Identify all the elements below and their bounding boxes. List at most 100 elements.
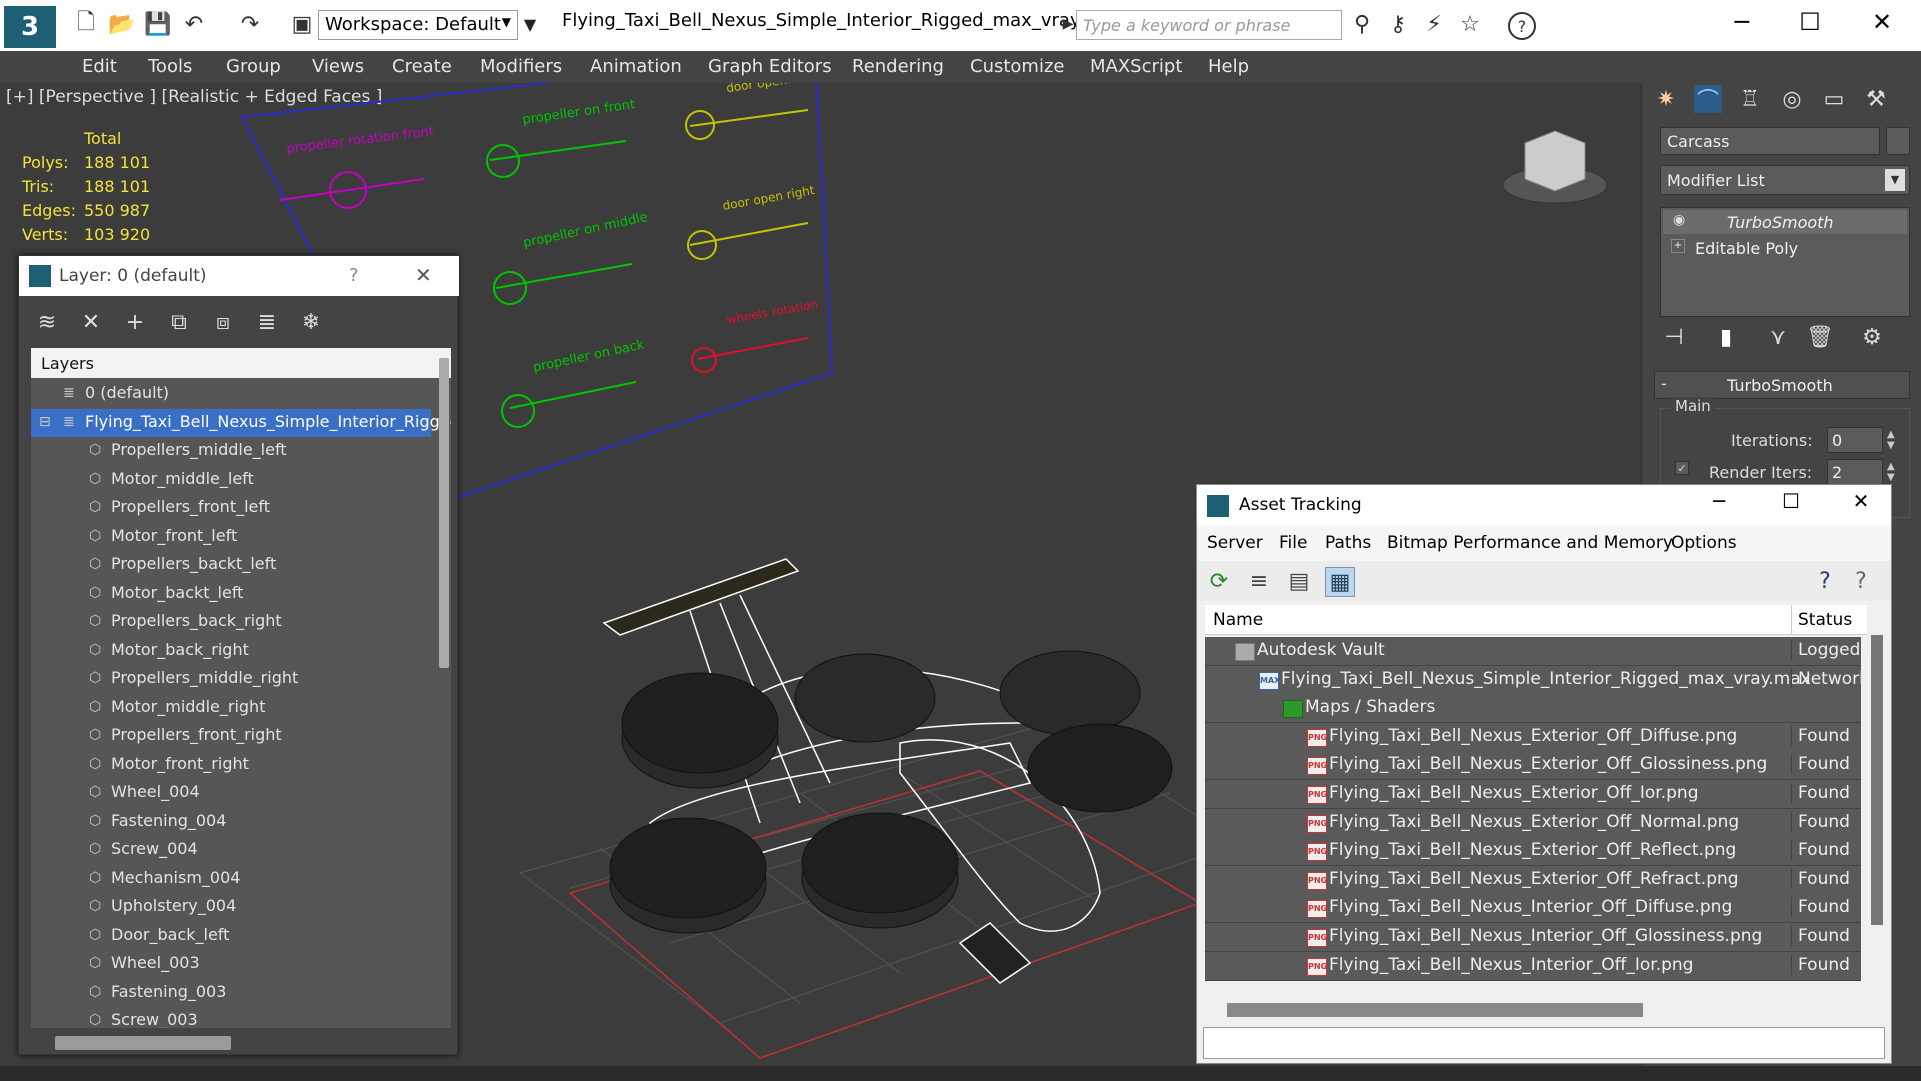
horizontal-scrollbar[interactable] <box>55 1036 231 1050</box>
asset-menu-options[interactable]: Options <box>1671 533 1737 553</box>
display-tab-icon[interactable]: ▭ <box>1820 85 1848 113</box>
layer-row[interactable]: ⊟ ≣ Flying_Taxi_Bell_Nexus_Simple_Interior… <box>31 408 451 437</box>
freeze-all-icon[interactable]: ❄ <box>297 308 325 336</box>
collapse-minus-icon[interactable]: - <box>1661 374 1667 393</box>
close-icon[interactable]: ✕ <box>1862 8 1902 36</box>
menu-modifiers[interactable]: Modifiers <box>480 56 562 77</box>
redo-icon[interactable]: ↷ <box>236 10 264 38</box>
layer-object-row[interactable]: ⬡ Fastening_003 <box>31 979 431 1007</box>
delete-layer-icon[interactable]: ✕ <box>77 308 105 336</box>
layer-object-row[interactable]: ⬡ Upholstery_004 <box>31 893 431 921</box>
layer-row[interactable]: ≣ 0 (default) <box>31 380 431 408</box>
layer-object-row[interactable]: ⬡ Mechanism_004 <box>31 865 431 893</box>
asset-row[interactable]: Autodesk Vault Logged Out <box>1205 637 1868 666</box>
configure-sets-icon[interactable]: ⚙ <box>1858 323 1886 351</box>
create-tab-icon[interactable]: ✷ <box>1652 85 1680 113</box>
layer-object-row[interactable]: ⬡ Screw_004 <box>31 836 431 864</box>
asset-row[interactable]: MAX Flying_Taxi_Bell_Nexus_Simple_Interio… <box>1205 665 1868 695</box>
menu-views[interactable]: Views <box>312 56 364 77</box>
project-folder-icon[interactable]: ▣ <box>288 10 316 38</box>
menu-animation[interactable]: Animation <box>590 56 682 77</box>
table-view-icon[interactable]: ▦ <box>1325 567 1355 597</box>
modifier-stack-item[interactable]: + Editable Poly <box>1663 236 1907 260</box>
tree-view-icon[interactable]: ▤ <box>1285 567 1313 595</box>
modifier-stack-item[interactable]: ◉ TurboSmooth <box>1663 210 1907 234</box>
hide-all-icon[interactable]: ≣ <box>253 308 281 336</box>
save-file-icon[interactable]: 💾 <box>144 10 172 38</box>
menu-customize[interactable]: Customize <box>970 56 1064 77</box>
asset-row[interactable]: PNG Flying_Taxi_Bell_Nexus_Exterior_Off_I… <box>1205 780 1861 809</box>
layer-object-row[interactable]: ⬡ Propellers_backt_left <box>31 551 431 579</box>
asset-table-body[interactable]: Autodesk VaultLogged OutMAXFlying_Taxi_B… <box>1197 637 1891 1017</box>
asset-row[interactable]: PNG Flying_Taxi_Bell_Nexus_Exterior_Off_R… <box>1205 837 1861 867</box>
layer-object-row[interactable]: ⬡ Propellers_back_right <box>31 608 431 636</box>
menu-rendering[interactable]: Rendering <box>852 56 944 77</box>
iterations-spinner[interactable]: 0 <box>1827 427 1883 453</box>
spinner-arrows-icon[interactable]: ▲ ▼ <box>1887 429 1895 451</box>
refresh-icon[interactable]: ⟳ <box>1205 567 1233 595</box>
layer-object-row[interactable]: ⬡ Wheel_003 <box>31 950 431 978</box>
utilities-tab-icon[interactable]: ⚒ <box>1862 85 1890 113</box>
menu-edit[interactable]: Edit <box>82 56 117 77</box>
new-file-icon[interactable]: 🗋 <box>72 10 100 38</box>
asset-tracking-titlebar[interactable]: Asset Tracking ─ ☐ ✕ <box>1197 485 1891 525</box>
render-iters-checkbox[interactable]: ✓ <box>1675 461 1689 475</box>
app-logo-icon[interactable]: 3 <box>4 6 56 48</box>
hierarchy-tab-icon[interactable]: ♖ <box>1736 85 1764 113</box>
column-status[interactable]: Status <box>1791 605 1858 635</box>
layer-object-row[interactable]: ⬡ Propellers_front_right <box>31 722 431 750</box>
layer-object-row[interactable]: ⬡ Propellers_middle_right <box>31 665 431 693</box>
key-icon[interactable]: ⚷ <box>1384 10 1412 38</box>
layer-object-row[interactable]: ⬡ Propellers_front_left <box>31 494 431 522</box>
layer-object-row[interactable]: ⬡ Door_back_left <box>31 922 431 950</box>
help-icon[interactable]: ? <box>349 265 359 286</box>
make-unique-icon[interactable]: ⋎ <box>1764 323 1792 351</box>
layer-object-row[interactable]: ⬡ Wheel_004 <box>31 779 431 807</box>
spinner-arrows-icon[interactable]: ▲ ▼ <box>1887 461 1895 483</box>
help-icon[interactable]: ? <box>1811 567 1839 595</box>
layer-object-row[interactable]: ⬡ Fastening_004 <box>31 808 431 836</box>
undo-icon[interactable]: ↶ <box>180 10 208 38</box>
asset-menu-bitmap[interactable]: Bitmap Performance and Memory <box>1387 533 1673 553</box>
open-file-icon[interactable]: 📂 <box>108 10 136 38</box>
maximize-icon[interactable]: ☐ <box>1771 489 1811 513</box>
pin-stack-icon[interactable]: ⊣ <box>1660 323 1688 351</box>
modify-tab-icon[interactable]: ⌒ <box>1694 85 1722 114</box>
asset-row[interactable]: Maps / Shaders <box>1205 694 1861 724</box>
select-layer-icon[interactable]: ⧈ <box>209 308 237 336</box>
motion-tab-icon[interactable]: ◎ <box>1778 85 1806 113</box>
new-layer-icon[interactable]: ≋ <box>33 308 61 336</box>
layer-object-row[interactable]: ⬡ Motor_back_right <box>31 637 431 665</box>
asset-row[interactable]: PNG Flying_Taxi_Bell_Nexus_Exterior_Off_N… <box>1205 808 1861 838</box>
context-help-icon[interactable]: ? <box>1847 567 1875 595</box>
dropdown-arrow-icon[interactable]: ▼ <box>516 10 544 38</box>
minimize-icon[interactable]: ─ <box>1722 8 1762 36</box>
layer-object-row[interactable]: ⬡ Motor_middle_right <box>31 694 431 722</box>
expand-plus-icon[interactable]: + <box>1671 239 1685 253</box>
asset-row[interactable]: PNG Flying_Taxi_Bell_Nexus_Interior_Off_G… <box>1205 923 1861 952</box>
menu-create[interactable]: Create <box>392 56 452 77</box>
select-objects-icon[interactable]: ⧉ <box>165 308 193 336</box>
add-to-layer-icon[interactable]: + <box>121 308 149 336</box>
search-input[interactable]: Type a keyword or phrase <box>1076 10 1342 40</box>
turbosmooth-rollout-header[interactable]: - TurboSmooth <box>1654 371 1910 399</box>
minimize-icon[interactable]: ─ <box>1699 489 1739 513</box>
asset-row[interactable]: PNG Flying_Taxi_Bell_Nexus_Exterior_Off_D… <box>1205 722 1861 752</box>
column-name[interactable]: Name <box>1213 610 1263 630</box>
vertical-scrollbar[interactable] <box>439 358 449 668</box>
menu-group[interactable]: Group <box>226 56 281 77</box>
maximize-icon[interactable]: ☐ <box>1790 8 1830 36</box>
menu-help[interactable]: Help <box>1208 56 1249 77</box>
object-name-field[interactable]: Carcass <box>1660 127 1880 155</box>
vertical-scrollbar[interactable] <box>1871 635 1883 925</box>
connect-icon[interactable]: ⚡ <box>1420 10 1448 38</box>
list-view-icon[interactable]: ≡ <box>1245 567 1273 595</box>
close-icon[interactable]: ✕ <box>415 263 432 287</box>
menu-maxscript[interactable]: MAXScript <box>1090 56 1182 77</box>
asset-menu-paths[interactable]: Paths <box>1325 533 1371 553</box>
help-icon[interactable]: ? <box>1508 12 1536 40</box>
layer-list[interactable]: Layers ≣ 0 (default) ⊟ ≣ Flying_Taxi_Bell_Ne… <box>31 348 451 1028</box>
layer-object-row[interactable]: ⬡ Motor_backt_left <box>31 580 431 608</box>
layer-object-row[interactable]: ⬡ Motor_front_right <box>31 751 431 779</box>
layer-object-row[interactable]: ⬡ Motor_front_left <box>31 523 431 551</box>
